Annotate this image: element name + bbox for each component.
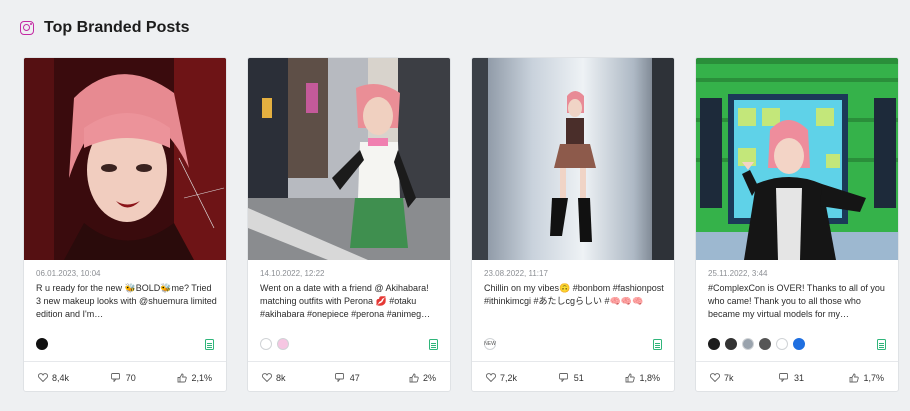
- comments-count: 51: [573, 372, 584, 383]
- engagement-rate: 2%: [422, 372, 436, 383]
- comments-count: 31: [793, 372, 804, 383]
- brand-avatar[interactable]: [776, 338, 788, 350]
- brand-avatars: [708, 338, 805, 350]
- heart-icon: [262, 373, 272, 382]
- section-header: Top Branded Posts: [20, 16, 190, 40]
- report-icon[interactable]: [205, 339, 214, 350]
- post-caption: R u ready for the new 🐝BOLD🐝me? Tried 3 …: [36, 283, 217, 319]
- likes-stat: 8,4k: [38, 373, 69, 383]
- heart-icon: [710, 373, 720, 382]
- brand-avatar[interactable]: NEW: [484, 338, 496, 350]
- engagement-rate: 1,8%: [639, 372, 660, 383]
- post-image[interactable]: [248, 58, 450, 260]
- comments-stat: 47: [334, 372, 360, 383]
- comment-icon: [110, 373, 120, 382]
- report-icon[interactable]: [877, 339, 886, 350]
- post-date: 23.08.2022, 11:17: [484, 269, 548, 278]
- section-title: Top Branded Posts: [44, 19, 190, 36]
- engagement-stat: 1,7%: [849, 373, 884, 383]
- brand-avatar[interactable]: [742, 338, 754, 350]
- post-card[interactable]: 25.11.2022, 3:44 #ComplexCon is OVER! Th…: [695, 57, 899, 392]
- comments-stat: 70: [110, 372, 136, 383]
- comment-icon: [779, 373, 788, 382]
- engagement-rate: 2,1%: [191, 372, 212, 383]
- brand-avatars: NEW: [484, 338, 496, 350]
- brand-avatar[interactable]: [793, 338, 805, 350]
- posts-grid: 06.01.2023, 10:04 R u ready for the new …: [23, 57, 899, 392]
- likes-stat: 7k: [710, 373, 734, 383]
- brand-avatar[interactable]: [277, 338, 289, 350]
- thumbs-up-icon: [409, 373, 419, 382]
- engagement-stat: 2%: [409, 373, 436, 383]
- post-stats: 7k 31 1,7%: [696, 361, 898, 391]
- likes-count: 8,4k: [52, 372, 70, 383]
- report-icon[interactable]: [429, 339, 438, 350]
- brand-avatars: [36, 338, 48, 350]
- post-card[interactable]: 14.10.2022, 12:22 Went on a date with a …: [247, 57, 451, 392]
- engagement-stat: 1,8%: [625, 373, 660, 383]
- thumbs-up-icon: [178, 373, 188, 382]
- post-date: 14.10.2022, 12:22: [260, 269, 325, 278]
- engagement-rate: 1,7%: [863, 372, 884, 383]
- comment-icon: [334, 373, 344, 382]
- report-icon[interactable]: [653, 339, 662, 350]
- post-stats: 7,2k 51 1,8%: [472, 361, 674, 391]
- brand-avatar[interactable]: [36, 338, 48, 350]
- comments-count: 47: [349, 372, 360, 383]
- post-stats: 8k 47 2%: [248, 361, 450, 391]
- post-date: 25.11.2022, 3:44: [708, 269, 768, 278]
- likes-stat: 7,2k: [486, 373, 517, 383]
- heart-icon: [38, 373, 48, 382]
- post-stats: 8,4k 70 2,1%: [24, 361, 226, 391]
- instagram-icon: [20, 21, 34, 35]
- post-date: 06.01.2023, 10:04: [36, 269, 101, 278]
- thumbs-up-icon: [626, 373, 636, 382]
- comments-count: 70: [125, 372, 136, 383]
- engagement-stat: 2,1%: [177, 373, 212, 383]
- likes-count: 7,2k: [500, 372, 518, 383]
- thumbs-up-icon: [850, 373, 860, 382]
- post-caption: #ComplexCon is OVER! Thanks to all of yo…: [708, 283, 885, 319]
- comments-stat: 31: [779, 373, 804, 383]
- post-card[interactable]: 23.08.2022, 11:17 Chillin on my vibes🙃 #…: [471, 57, 675, 392]
- post-image[interactable]: [24, 58, 226, 260]
- likes-count: 8k: [276, 372, 286, 383]
- brand-avatars: [260, 338, 289, 350]
- brand-avatar[interactable]: [260, 338, 272, 350]
- brand-avatar[interactable]: [708, 338, 720, 350]
- brand-avatar[interactable]: [759, 338, 771, 350]
- post-image[interactable]: [472, 58, 674, 260]
- post-caption: Chillin on my vibes🙃 #bonbom #fashionpos…: [484, 283, 664, 306]
- heart-icon: [486, 373, 496, 382]
- comment-icon: [558, 373, 568, 382]
- post-card[interactable]: 06.01.2023, 10:04 R u ready for the new …: [23, 57, 227, 392]
- post-caption: Went on a date with a friend @ Akihabara…: [260, 283, 431, 319]
- post-image[interactable]: [696, 58, 898, 260]
- brand-avatar[interactable]: [725, 338, 737, 350]
- likes-count: 7k: [724, 372, 734, 383]
- likes-stat: 8k: [262, 373, 286, 383]
- comments-stat: 51: [558, 372, 584, 383]
